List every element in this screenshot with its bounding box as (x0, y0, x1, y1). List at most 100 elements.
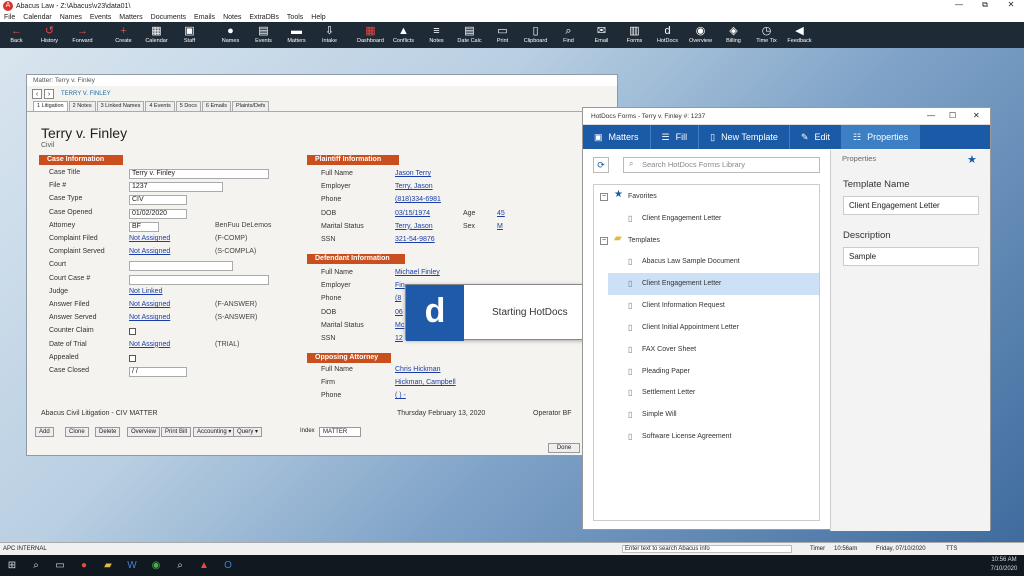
favorite-star-icon[interactable]: ★ (967, 153, 977, 166)
toolbar-print-button[interactable]: ▭ Print (486, 22, 519, 48)
outlook-icon[interactable]: O (216, 555, 240, 576)
case-type-field[interactable]: CIV (129, 195, 187, 206)
court-case-field[interactable] (129, 274, 269, 285)
menu-names[interactable]: Names (56, 14, 86, 21)
toolbar-calendar-button[interactable]: ▦ Calendar (140, 22, 173, 48)
close-button[interactable]: ✕ (998, 0, 1024, 9)
ribbon-matters-button[interactable]: ▣ Matters (583, 125, 651, 149)
age-value[interactable]: 45 (497, 210, 505, 217)
abacus-taskbar-icon[interactable]: ▲ (192, 555, 216, 576)
minimize-button[interactable]: — (946, 0, 972, 9)
tab-4-events[interactable]: 4 Events (145, 101, 175, 111)
toolbar-billing-button[interactable]: ◈ Billing (717, 22, 750, 48)
description-input[interactable]: Sample (843, 247, 979, 266)
next-record-button[interactable]: › (44, 88, 54, 99)
template-item[interactable]: Abacus Law Sample Document (608, 251, 819, 273)
template-item[interactable]: Settlement Letter (608, 382, 819, 404)
complaint-served-field[interactable]: Not Assigned (129, 248, 170, 255)
ribbon-properties-button[interactable]: ☷ Properties (842, 125, 921, 149)
toolbar-staff-button[interactable]: ▣ Staff (173, 22, 206, 48)
toolbar-forward-button[interactable]: → Forward (66, 22, 99, 48)
toolbar-dashboard-button[interactable]: ▦ Dashboard (354, 22, 387, 48)
date-of-trial-field[interactable]: Not Assigned (129, 341, 170, 348)
toolbar-conflicts-button[interactable]: ▲ Conflicts (387, 22, 420, 48)
maximize-button[interactable]: ⧉ (972, 0, 998, 10)
menu-help[interactable]: Help (307, 14, 329, 21)
clone-button[interactable]: Clone (65, 427, 89, 437)
tab-5-docs[interactable]: 5 Docs (175, 101, 201, 111)
menu-tools[interactable]: Tools (283, 14, 307, 21)
case-closed-field[interactable]: / / (129, 367, 187, 377)
print-bill-button[interactable]: Print Bill (161, 427, 192, 437)
defendant-marital-status-link[interactable]: Mc (395, 322, 404, 329)
template-item[interactable]: Client Information Request (608, 295, 819, 317)
menu-emails[interactable]: Emails (190, 14, 219, 21)
word-icon[interactable]: W (120, 555, 144, 576)
overview-button[interactable]: Overview (127, 427, 161, 437)
abacus-search-input[interactable]: Enter text to search Abacus info (622, 545, 792, 553)
query-button[interactable]: Query ▾ (233, 427, 263, 437)
ribbon-new-template-button[interactable]: ▯ New Template (699, 125, 790, 149)
ribbon-fill-button[interactable]: ☰ Fill (651, 125, 700, 149)
answer-filed-field[interactable]: Not Assigned (129, 301, 170, 308)
toolbar-date-calc-button[interactable]: ▤ Date Calc (453, 22, 486, 48)
appealed-checkbox[interactable] (129, 354, 136, 362)
library-search-input[interactable]: Search HotDocs Forms Library (623, 157, 820, 173)
complaint-filed-field[interactable]: Not Assigned (129, 235, 170, 242)
app-icon[interactable]: ● (72, 555, 96, 576)
favorite-item[interactable]: Client Engagement Letter (642, 208, 721, 230)
menu-documents[interactable]: Documents (147, 14, 190, 21)
toolbar-email-button[interactable]: ✉ Email (585, 22, 618, 48)
templates-node[interactable]: Templates (628, 230, 660, 252)
template-item[interactable]: Client Initial Appointment Letter (608, 317, 819, 339)
case-title-field[interactable]: Terry v. Finley (129, 169, 269, 179)
opposing-full-name-link[interactable]: Chris Hickman (395, 366, 441, 373)
accounting-button[interactable]: Accounting ▾ (193, 427, 236, 437)
hd-minimize-button[interactable]: — (927, 111, 935, 120)
toolbar-time-tix-button[interactable]: ◷ Time Tix (750, 22, 783, 48)
done-button[interactable]: Done (548, 443, 580, 453)
tab-plaints-defs[interactable]: Plaints/Defs (231, 101, 270, 111)
sex-value[interactable]: M (497, 223, 503, 230)
plaintiff-full-name-link[interactable]: Jason Terry (395, 170, 431, 177)
plaintiff-ssn-link[interactable]: 321-54-9876 (395, 236, 435, 243)
toolbar-matters-button[interactable]: ▬ Matters (280, 22, 313, 48)
menu-notes[interactable]: Notes (219, 14, 245, 21)
menu-calendar[interactable]: Calendar (19, 14, 55, 21)
hd-close-button[interactable]: ✕ (973, 111, 980, 120)
opposing-phone-link[interactable]: ( ) - (395, 392, 406, 399)
favorites-node[interactable]: Favorites (628, 186, 657, 208)
court-field[interactable] (129, 261, 233, 272)
defendant-phone-link[interactable]: (8 (395, 295, 401, 302)
toolbar-names-button[interactable]: ● Names (214, 22, 247, 48)
tab-1-litigation[interactable]: 1 Litigation (33, 101, 68, 111)
template-item[interactable]: Software License Agreement (608, 426, 819, 448)
tab-3-linked-names[interactable]: 3 Linked Names (96, 101, 145, 111)
menu-file[interactable]: File (0, 14, 19, 21)
toolbar-notes-button[interactable]: ≡ Notes (420, 22, 453, 48)
timer-label[interactable]: Timer (810, 546, 825, 552)
case-opened-field[interactable]: 01/02/2020 (129, 208, 187, 219)
toolbar-hotdocs-button[interactable]: d HotDocs (651, 22, 684, 48)
toolbar-feedback-button[interactable]: ◀ Feedback (783, 22, 816, 48)
plaintiff-phone-link[interactable]: (818)334-6981 (395, 196, 441, 203)
toolbar-forms-button[interactable]: ▥ Forms (618, 22, 651, 48)
task-view-icon[interactable]: ▭ (48, 555, 72, 576)
plaintiff-marital-status-link[interactable]: Terry, Jason (395, 223, 433, 230)
toolbar-intake-button[interactable]: ⇩ Intake (313, 22, 346, 48)
template-item[interactable]: FAX Cover Sheet (608, 339, 819, 361)
add-button[interactable]: Add (35, 427, 54, 437)
toolbar-clipboard-button[interactable]: ▯ Clipboard (519, 22, 552, 48)
toolbar-events-button[interactable]: ▤ Events (247, 22, 280, 48)
defendant-full-name-link[interactable]: Michael Finley (395, 269, 440, 276)
delete-button[interactable]: Delete (95, 427, 121, 437)
favorites-collapse-toggle[interactable]: − (600, 193, 608, 201)
plaintiff-dob-link[interactable]: 03/15/1974 (395, 210, 430, 217)
hd-maximize-button[interactable]: ☐ (949, 111, 956, 120)
tab-2-notes[interactable]: 2 Notes (68, 101, 96, 111)
search-icon[interactable]: ⌕ (24, 555, 48, 576)
counter-claim-checkbox[interactable] (129, 328, 136, 336)
defendant-ssn-link[interactable]: 12 (395, 335, 403, 342)
template-name-input[interactable]: Client Engagement Letter (843, 196, 979, 215)
template-item[interactable]: Simple Will (608, 404, 819, 426)
